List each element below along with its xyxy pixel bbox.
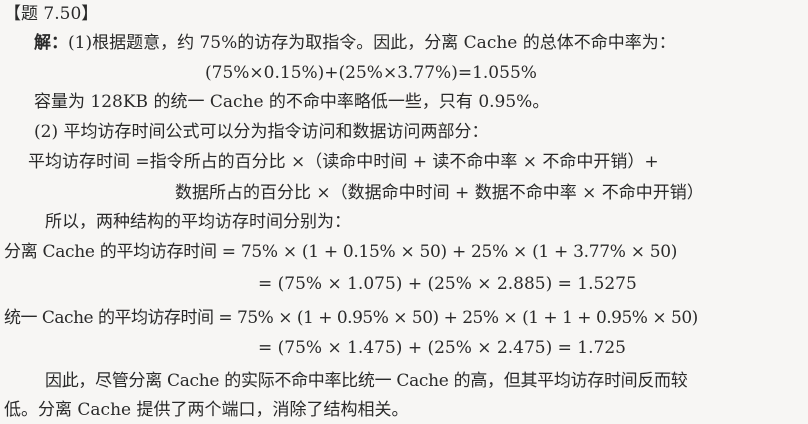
solution-prefix: 解：	[34, 33, 68, 53]
part1-intro: 解：(1)根据题意，约 75%的访存为取指令。因此，分离 Cache 的总体不命…	[34, 32, 676, 54]
split-line-2: = (75% × 1.075) + (25% × 2.885) = 1.5275	[258, 274, 637, 294]
unified-line-2: = (75% × 1.475) + (25% × 2.475) = 1.725	[258, 338, 626, 358]
part1-unified: 容量为 128KB 的统一 Cache 的不命中率略低一些，只有 0.95%。	[34, 92, 550, 112]
so-line: 所以，两种结构的平均访存时间分别为：	[45, 212, 351, 232]
problem-label: 【题 7.50】	[4, 4, 99, 24]
conclusion-line-1: 因此，尽管分离 Cache 的实际不命中率比统一 Cache 的高，但其平均访存…	[45, 371, 688, 391]
conclusion-line-2: 低。分离 Cache 提供了两个端口，消除了结构相关。	[4, 400, 409, 420]
unified-line-1: 统一 Cache 的平均访存时间 = 75% × (1 + 0.95% × 50…	[4, 308, 698, 328]
part2-intro: (2) 平均访存时间公式可以分为指令访问和数据访问两部分：	[34, 122, 489, 142]
formula-line-1: 平均访存时间 =指令所占的百分比 ×（读命中时间 + 读不命中率 × 不命中开销…	[28, 152, 659, 172]
part1-formula: (75%×0.15%)+(25%×3.77%)=1.055%	[205, 63, 537, 83]
split-line-1: 分离 Cache 的平均访存时间 = 75% × (1 + 0.15% × 50…	[4, 242, 678, 262]
part1-intro-text: (1)根据题意，约 75%的访存为取指令。因此，分离 Cache 的总体不命中率…	[68, 33, 676, 53]
formula-line-2: 数据所占的百分比 ×（数据命中时间 + 数据不命中率 × 不命中开销）	[175, 183, 704, 203]
